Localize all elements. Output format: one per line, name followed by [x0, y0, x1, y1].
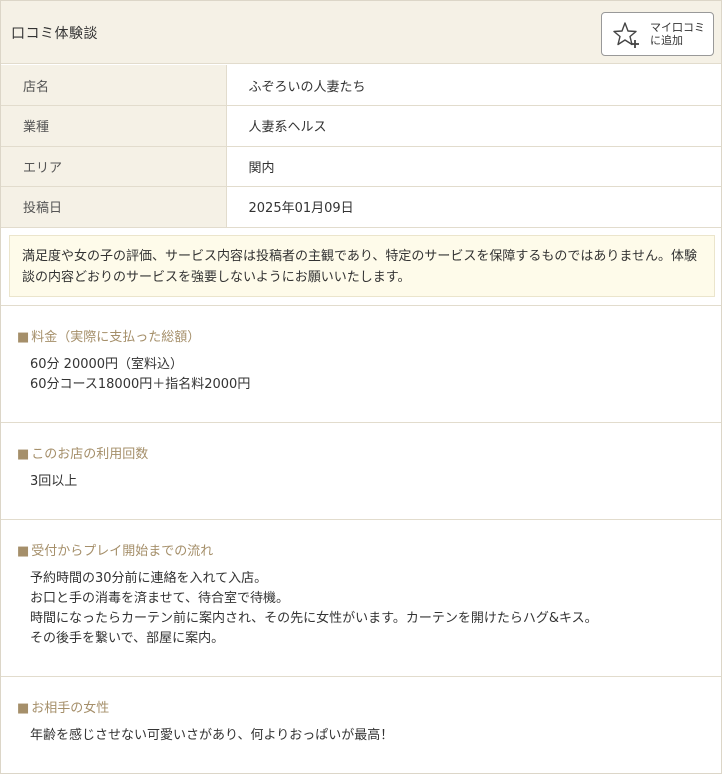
info-value: 2025年01月09日 [226, 186, 721, 228]
review-panel: 口コミ体験談 マイ口コミ に追加 店名 ふぞろいの人妻たち 業種 人妻系ヘルス … [0, 0, 722, 774]
section-title: ■ お相手の女性 [17, 701, 110, 716]
info-value: ふぞろいの人妻たち [226, 65, 721, 106]
info-row-post-date: 投稿日 2025年01月09日 [1, 186, 721, 228]
info-label: 店名 [1, 65, 227, 106]
add-to-my-reviews-button[interactable]: マイ口コミ に追加 [601, 12, 714, 56]
panel-header: 口コミ体験談 マイ口コミ に追加 [1, 1, 721, 64]
section-body: 予約時間の30分前に連絡を入れて入店。 お口と手の消毒を済ませて、待合室で待機。… [30, 571, 598, 646]
section-price: ■ 料金（実際に支払った総額） 60分 20000円（室料込） 60分コース180… [1, 305, 721, 423]
info-value: 関内 [226, 146, 721, 187]
section-body: 年齢を感じさせない可愛いさがあり、何よりおっぱいが最高！ [30, 728, 394, 743]
page-title: 口コミ体験談 [11, 26, 98, 42]
info-label: エリア [1, 146, 227, 187]
section-body: 60分 20000円（室料込） 60分コース18000円＋指名料2000円 [30, 357, 251, 392]
info-row-area: エリア 関内 [1, 146, 721, 187]
section-flow: ■ 受付からプレイ開始までの流れ 予約時間の30分前に連絡を入れて入店。 お口と手… [1, 519, 721, 677]
section-partner: ■ お相手の女性 年齢を感じさせない可愛いさがあり、何よりおっぱいが最高！ [1, 676, 721, 773]
section-visit-count: ■ このお店の利用回数 3回以上 [1, 422, 721, 520]
square-bullet-icon: ■ [17, 447, 30, 462]
square-bullet-icon: ■ [17, 544, 30, 559]
square-bullet-icon: ■ [17, 330, 30, 345]
square-bullet-icon: ■ [17, 701, 30, 716]
myreview-label-line2: に追加 [650, 34, 683, 47]
section-title: ■ 料金（実際に支払った総額） [17, 330, 201, 345]
info-label: 投稿日 [1, 186, 227, 228]
disclaimer-notice: 満足度や女の子の評価、サービス内容は投稿者の主観であり、特定のサービスを保障する… [9, 235, 715, 297]
shop-info-table: 店名 ふぞろいの人妻たち 業種 人妻系ヘルス エリア 関内 投稿日 2025年0… [1, 65, 721, 228]
info-row-category: 業種 人妻系ヘルス [1, 105, 721, 147]
section-title: ■ このお店の利用回数 [17, 447, 149, 462]
myreview-label-line1: マイ口コミ [650, 21, 705, 34]
info-row-shop-name: 店名 ふぞろいの人妻たち [1, 65, 721, 106]
info-value: 人妻系ヘルス [226, 105, 721, 147]
star-plus-icon [613, 22, 639, 48]
info-label: 業種 [1, 105, 227, 147]
section-body: 3回以上 [30, 474, 78, 489]
section-title: ■ 受付からプレイ開始までの流れ [17, 544, 214, 559]
